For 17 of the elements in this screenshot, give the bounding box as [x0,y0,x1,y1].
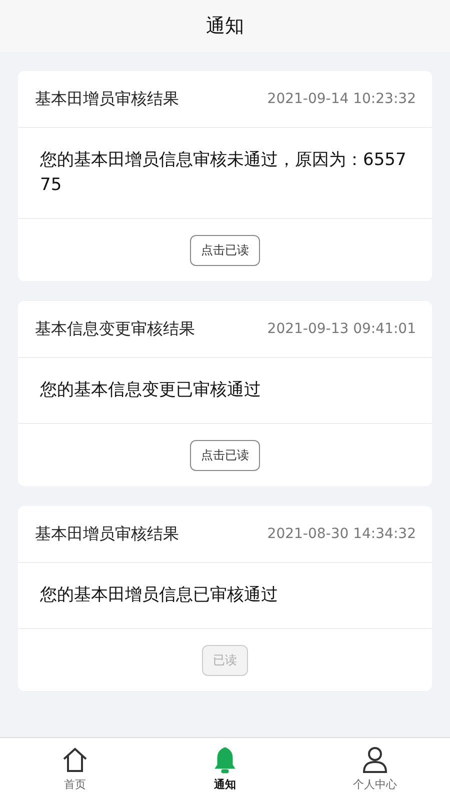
tab[interactable]: 通知 [150,738,300,800]
notification-title: 基本田增员审核结果 [35,88,179,110]
tab[interactable]: 首页 [0,738,150,800]
notification-title: 基本田增员审核结果 [35,524,179,544]
tab[interactable]: 个人中心 [300,738,450,800]
mark-read-button[interactable]: 点击已读 [190,234,260,266]
notification-message: 您的基本田增员信息审核未通过，原因为：655775 [40,149,408,197]
person-icon [361,746,389,774]
mark-read-button[interactable]: 点击已读 [190,440,260,470]
notification-time: 2021-09-13 09:41:01 [267,321,416,337]
notification-message: 您的基本信息变更已审核通过 [40,379,262,402]
notification-time: 2021-09-14 10:23:32 [267,91,416,107]
notification-title: 基本信息变更审核结果 [35,318,195,340]
home-icon [61,746,89,774]
notification-message: 您的基本田增员信息已审核通过 [40,584,279,607]
notification-time: 2021-08-30 14:34:32 [267,526,416,542]
page-title: 通知 [206,14,244,39]
